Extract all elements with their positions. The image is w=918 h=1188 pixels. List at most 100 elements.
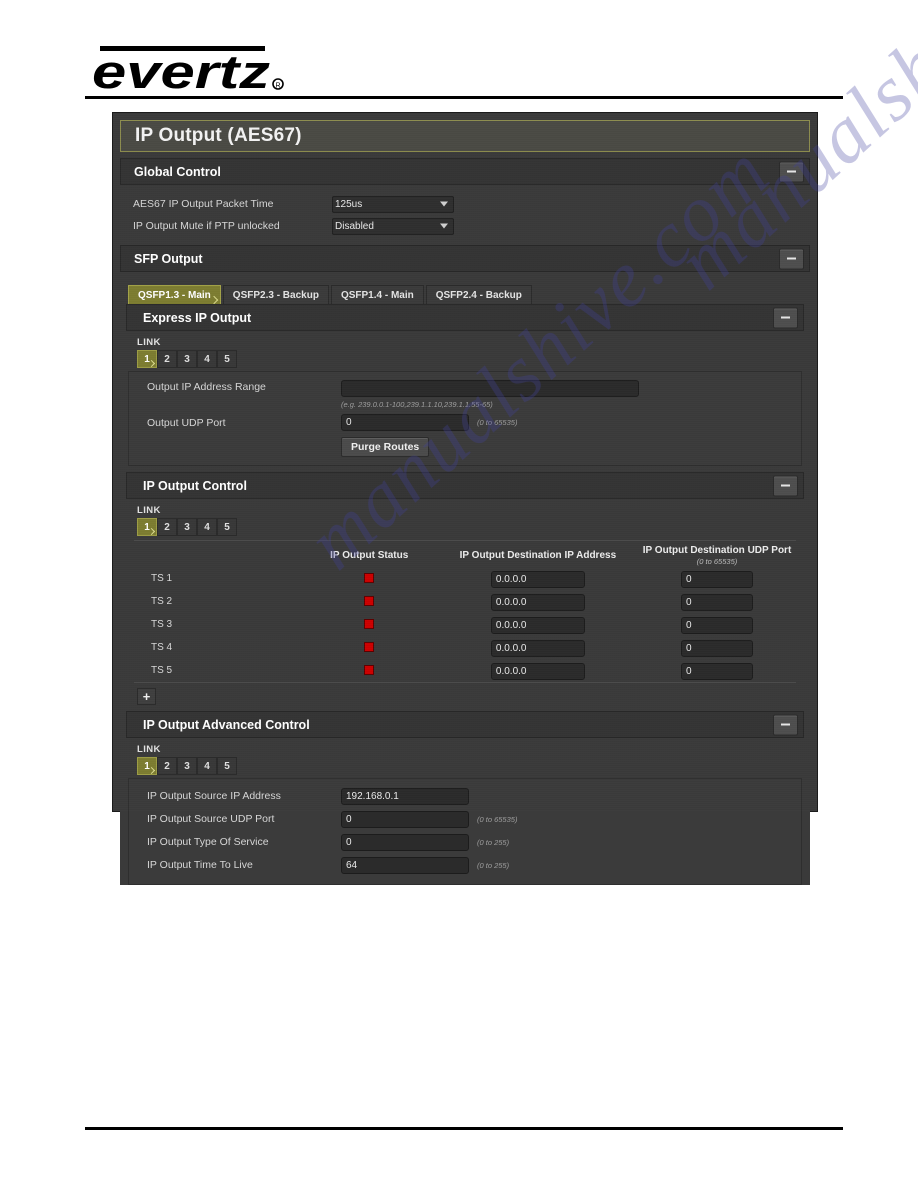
link-button-group: 1 2 3 4 5 bbox=[137, 350, 804, 368]
tab-qsfp1-3-main[interactable]: QSFP1.3 - Main bbox=[128, 285, 221, 304]
svg-text:evertz: evertz bbox=[92, 45, 271, 96]
label-source-udp-port: IP Output Source UDP Port bbox=[147, 813, 275, 825]
collapse-express-ip-output-button[interactable] bbox=[773, 307, 798, 328]
output-ip-address-range-input[interactable] bbox=[341, 380, 639, 397]
express-ip-output-wrapper: Express IP Output LINK 1 2 3 4 5 Output … bbox=[120, 304, 810, 885]
field-row-time-to-live: IP Output Time To Live (0 to 255) bbox=[129, 855, 801, 875]
link-button-4[interactable]: 4 bbox=[197, 350, 217, 368]
dest-ip-input-ts3[interactable] bbox=[490, 617, 585, 634]
tab-qsfp2-3-backup[interactable]: QSFP2.3 - Backup bbox=[222, 285, 329, 304]
field-row-mute-ptp: IP Output Mute if PTP unlocked Disabled bbox=[120, 216, 810, 235]
status-cell bbox=[301, 590, 438, 613]
table-row: TS 3 bbox=[134, 613, 796, 636]
link-button-2[interactable]: 2 bbox=[157, 757, 177, 775]
dest-port-cell bbox=[638, 659, 796, 683]
sfp-tab-strip: QSFP1.3 - Main QSFP2.3 - Backup QSFP1.4 … bbox=[120, 283, 810, 304]
link-button-5[interactable]: 5 bbox=[217, 757, 237, 775]
row-label-ts5: TS 5 bbox=[151, 665, 173, 676]
dest-ip-cell bbox=[438, 659, 638, 683]
packet-time-select[interactable]: 125us bbox=[332, 196, 454, 213]
table-header-row: IP Output Status IP Output Destination I… bbox=[134, 541, 796, 567]
ip-output-control-table: IP Output Status IP Output Destination I… bbox=[134, 541, 796, 683]
status-cell bbox=[301, 613, 438, 636]
link-button-1[interactable]: 1 bbox=[137, 757, 157, 775]
link-button-3[interactable]: 3 bbox=[177, 350, 197, 368]
express-ip-output-body: LINK 1 2 3 4 5 Output IP Address Range (… bbox=[126, 331, 804, 466]
hint-source-udp-port: (0 to 65535) bbox=[477, 814, 518, 824]
table-row: TS 5 bbox=[134, 659, 796, 683]
dest-ip-input-ts2[interactable] bbox=[490, 594, 585, 611]
section-title-ip-output-advanced-control: IP Output Advanced Control bbox=[143, 717, 310, 732]
type-of-service-input[interactable] bbox=[341, 833, 469, 851]
link-button-1[interactable]: 1 bbox=[137, 350, 157, 368]
status-led-icon bbox=[364, 641, 375, 652]
time-to-live-input[interactable] bbox=[341, 856, 469, 874]
status-led-icon bbox=[364, 664, 375, 675]
link-button-label: 5 bbox=[224, 521, 230, 533]
output-udp-port-input[interactable] bbox=[341, 414, 469, 431]
link-button-label: 1 bbox=[144, 353, 150, 365]
dest-ip-cell bbox=[438, 590, 638, 613]
link-button-3[interactable]: 3 bbox=[177, 757, 197, 775]
packet-time-select-wrap[interactable]: 125us bbox=[332, 194, 454, 213]
dest-ip-input-ts4[interactable] bbox=[490, 640, 585, 657]
section-header-sfp-output[interactable]: SFP Output bbox=[120, 245, 810, 272]
mute-ptp-select-wrap[interactable]: Disabled bbox=[332, 216, 454, 235]
mute-ptp-select[interactable]: Disabled bbox=[332, 218, 454, 235]
link-button-2[interactable]: 2 bbox=[157, 518, 177, 536]
collapse-ip-output-control-button[interactable] bbox=[773, 475, 798, 496]
dest-port-input-ts4[interactable] bbox=[681, 640, 754, 657]
link-button-3[interactable]: 3 bbox=[177, 518, 197, 536]
dest-ip-input-ts5[interactable] bbox=[490, 663, 585, 680]
section-title-sfp-output: SFP Output bbox=[134, 251, 203, 266]
link-button-label: 3 bbox=[184, 353, 190, 365]
page-title: IP Output (AES67) bbox=[120, 120, 810, 152]
advanced-control-fields: IP Output Source IP Address IP Output So… bbox=[128, 778, 802, 885]
dest-port-cell bbox=[638, 567, 796, 590]
collapse-ip-output-advanced-control-button[interactable] bbox=[773, 714, 798, 735]
link-button-2[interactable]: 2 bbox=[157, 350, 177, 368]
field-row-output-udp-port: Output UDP Port (0 to 65535) bbox=[129, 414, 801, 431]
link-button-4[interactable]: 4 bbox=[197, 757, 217, 775]
ip-output-control-body: LINK 1 2 3 4 5 IP Output Status IP Outpu… bbox=[126, 499, 804, 705]
collapse-global-control-button[interactable] bbox=[779, 161, 804, 182]
field-row-type-of-service: IP Output Type Of Service (0 to 255) bbox=[129, 832, 801, 852]
collapse-sfp-output-button[interactable] bbox=[779, 248, 804, 269]
header-divider bbox=[85, 96, 843, 99]
section-header-ip-output-control[interactable]: IP Output Control bbox=[126, 472, 804, 499]
source-udp-port-input[interactable] bbox=[341, 810, 469, 828]
source-ip-address-input[interactable] bbox=[341, 787, 469, 805]
purge-routes-button[interactable]: Purge Routes bbox=[341, 437, 430, 457]
dest-port-input-ts1[interactable] bbox=[681, 571, 754, 588]
label-time-to-live: IP Output Time To Live bbox=[147, 859, 253, 871]
table-row: TS 4 bbox=[134, 636, 796, 659]
status-led-icon bbox=[364, 595, 375, 606]
row-label-ts1: TS 1 bbox=[151, 573, 173, 584]
tab-qsfp2-4-backup[interactable]: QSFP2.4 - Backup bbox=[425, 285, 532, 304]
label-mute-ptp: IP Output Mute if PTP unlocked bbox=[133, 219, 280, 232]
link-button-label: 4 bbox=[204, 353, 210, 365]
dest-port-input-ts3[interactable] bbox=[681, 617, 754, 634]
link-button-1[interactable]: 1 bbox=[137, 518, 157, 536]
page-title-text: IP Output (AES67) bbox=[135, 125, 302, 146]
row-label-ts2: TS 2 bbox=[151, 596, 173, 607]
link-button-5[interactable]: 5 bbox=[217, 350, 237, 368]
footer-divider bbox=[85, 1127, 843, 1130]
dest-port-input-ts2[interactable] bbox=[681, 594, 754, 611]
section-header-ip-output-advanced-control[interactable]: IP Output Advanced Control bbox=[126, 711, 804, 738]
tab-qsfp1-4-main[interactable]: QSFP1.4 - Main bbox=[330, 285, 424, 304]
section-header-express-ip-output[interactable]: Express IP Output bbox=[126, 304, 804, 331]
status-cell bbox=[301, 659, 438, 683]
row-label-ts4: TS 4 bbox=[151, 642, 173, 653]
sfp-output-body: QSFP1.3 - Main QSFP2.3 - Backup QSFP1.4 … bbox=[120, 272, 810, 885]
section-header-global-control[interactable]: Global Control bbox=[120, 158, 810, 185]
label-packet-time: AES67 IP Output Packet Time bbox=[133, 197, 274, 210]
add-row-button[interactable]: + bbox=[137, 688, 156, 705]
ip-output-control-table-wrap: IP Output Status IP Output Destination I… bbox=[134, 540, 796, 683]
dest-ip-input-ts1[interactable] bbox=[490, 571, 585, 588]
dest-ip-cell bbox=[438, 567, 638, 590]
link-button-5[interactable]: 5 bbox=[217, 518, 237, 536]
section-title-express-ip-output: Express IP Output bbox=[143, 310, 252, 325]
dest-port-input-ts5[interactable] bbox=[681, 663, 754, 680]
link-button-4[interactable]: 4 bbox=[197, 518, 217, 536]
